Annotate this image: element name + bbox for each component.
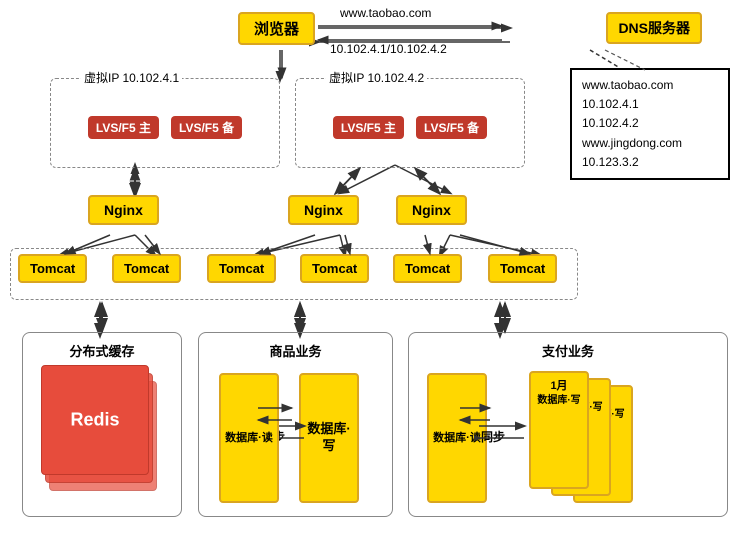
tomcat-5-label: Tomcat	[405, 261, 450, 276]
service-goods-group: 商品业务 数据库·写 同步 数据库·读	[198, 332, 393, 517]
url-label-1: www.taobao.com	[340, 6, 431, 20]
tomcat-1: Tomcat	[18, 254, 87, 283]
vip2-label: 虚拟IP 10.102.4.2	[326, 69, 427, 86]
payment-sync-arrows	[474, 418, 534, 448]
dns-label: DNS服务器	[618, 20, 690, 36]
lvs1-primary: LVS/F5 主	[88, 116, 159, 139]
url-label-2: 10.102.4.1/10.102.4.2	[330, 42, 447, 56]
cache-label: 分布式缓存	[23, 341, 181, 360]
service-cache-group: 分布式缓存 Redis	[22, 332, 182, 517]
nginx-3: Nginx	[396, 195, 467, 225]
dns-info-line-2: 10.102.4.1	[582, 95, 718, 114]
lvs2-backup: LVS/F5 备	[416, 116, 487, 139]
tomcat-1-label: Tomcat	[30, 261, 75, 276]
tomcat-5: Tomcat	[393, 254, 462, 283]
payment-label: 支付业务	[409, 341, 727, 360]
tomcat-2-label: Tomcat	[124, 261, 169, 276]
browser-label: 浏览器	[254, 21, 299, 38]
dns-info-line-1: www.taobao.com	[582, 76, 718, 95]
architecture-diagram: 浏览器 www.taobao.com 10.102.4.1/10.102.4.2…	[0, 0, 752, 535]
goods-label: 商品业务	[199, 341, 392, 360]
dns-info-line-5: 10.123.3.2	[582, 153, 718, 172]
nginx-2: Nginx	[288, 195, 359, 225]
dns-info-line-3: 10.102.4.2	[582, 114, 718, 133]
tomcat-4-label: Tomcat	[312, 261, 357, 276]
redis-label: Redis	[70, 410, 119, 431]
vip1-label: 虚拟IP 10.102.4.1	[81, 69, 182, 86]
browser-box: 浏览器	[238, 12, 315, 45]
tomcat-6: Tomcat	[488, 254, 557, 283]
redis-card-1: Redis	[41, 365, 149, 475]
db-goods-read-label: 数据库·读	[225, 431, 273, 445]
db-payment-month-1: 1月 数据库·写	[529, 371, 589, 489]
tomcat-6-label: Tomcat	[500, 261, 545, 276]
nginx-3-label: Nginx	[412, 202, 451, 218]
nginx-2-label: Nginx	[304, 202, 343, 218]
tomcat-3-label: Tomcat	[219, 261, 264, 276]
lvs1-backup: LVS/F5 备	[171, 116, 242, 139]
service-payment-group: 支付业务 数据库·读 同步 N月 数据库·写 2月 数据库·写	[408, 332, 728, 517]
dns-info-box: www.taobao.com 10.102.4.1 10.102.4.2 www…	[570, 68, 730, 180]
nginx-1-label: Nginx	[104, 202, 143, 218]
tomcat-3: Tomcat	[207, 254, 276, 283]
month-1-label: 1月	[550, 379, 567, 393]
dns-info-line-4: www.jingdong.com	[582, 134, 718, 153]
tomcat-4: Tomcat	[300, 254, 369, 283]
vip-group-2: 虚拟IP 10.102.4.2 LVS/F5 主 LVS/F5 备	[295, 78, 525, 168]
nginx-1: Nginx	[88, 195, 159, 225]
tomcat-2: Tomcat	[112, 254, 181, 283]
vip-group-1: 虚拟IP 10.102.4.1 LVS/F5 主 LVS/F5 备	[50, 78, 280, 168]
db-goods-read: 数据库·读	[219, 373, 279, 503]
lvs2-primary: LVS/F5 主	[333, 116, 404, 139]
dns-box: DNS服务器	[606, 12, 702, 44]
